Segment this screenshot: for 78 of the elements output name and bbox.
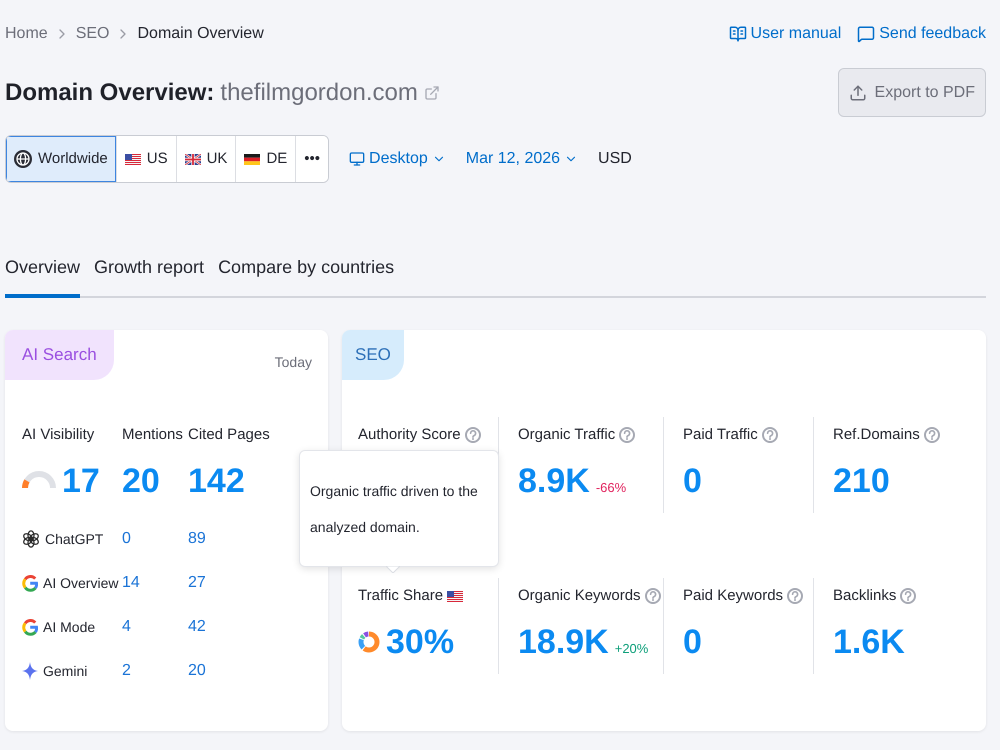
metric-value: 20	[122, 461, 160, 501]
platform-name: AI Mode	[43, 618, 96, 636]
g-logo-icon	[22, 618, 38, 636]
region-button[interactable]: •••	[295, 136, 328, 182]
uk-flag-icon	[184, 154, 201, 164]
help-icon[interactable]	[762, 427, 778, 443]
help-icon[interactable]	[464, 427, 481, 443]
metric-value: 0	[683, 622, 702, 662]
help-icon[interactable]	[619, 427, 636, 443]
metric-value: 210	[833, 461, 890, 501]
section-tag: AI Search	[5, 330, 114, 380]
metric-label: AI Visibility	[22, 425, 94, 445]
help-icon[interactable]	[900, 588, 916, 604]
us-flag-icon	[124, 154, 141, 164]
help-icon[interactable]	[644, 588, 661, 604]
cited-pages-count: 20	[188, 661, 206, 681]
breadcrumb-link[interactable]: Home	[5, 22, 48, 46]
book-icon	[728, 25, 747, 43]
metric-value: 142	[188, 461, 245, 501]
us-flag-icon	[447, 590, 464, 602]
breadcrumb-link[interactable]: SEO	[76, 22, 110, 46]
metric-label: Authority Score	[358, 424, 461, 445]
globe-icon	[14, 150, 32, 168]
metric-value: 0	[683, 461, 702, 501]
upload-icon	[848, 84, 867, 102]
currency-label: USD	[598, 149, 632, 169]
metric-label: Traffic Share	[358, 586, 444, 606]
metric-label: Cited Pages	[188, 425, 270, 445]
domain-name: thefilmgordon.com	[220, 78, 418, 108]
region-button[interactable]: Worldwide	[6, 136, 116, 182]
mentions-count: 0	[122, 529, 131, 549]
knot-logo-icon	[22, 530, 40, 548]
metric-value: 1.6K	[833, 622, 905, 662]
platform-name: ChatGPT	[45, 530, 104, 548]
visibility-gauge	[22, 471, 56, 491]
change-percent: -66%	[596, 478, 626, 496]
metric-label: Backlinks	[833, 586, 896, 606]
metric-label: Paid Traffic	[683, 424, 758, 445]
header-link[interactable]: Send feedback	[857, 22, 986, 46]
cited-pages-count: 89	[188, 529, 206, 549]
monitor-icon	[349, 151, 366, 167]
mentions-count: 2	[122, 661, 131, 681]
donut-chart-icon	[358, 631, 380, 653]
page-title: Domain Overview:	[5, 78, 214, 108]
header-link[interactable]: User manual	[728, 22, 842, 46]
change-percent: +20%	[614, 640, 648, 658]
section-tag: SEO	[342, 330, 404, 380]
mentions-count: 14	[122, 573, 140, 593]
help-icon[interactable]	[924, 427, 940, 443]
metric-value: 8.9K	[518, 461, 590, 501]
export-button[interactable]: Export to PDF	[838, 68, 986, 117]
metric-value: 17	[62, 461, 100, 501]
platform-name: Gemini	[43, 662, 88, 680]
tab[interactable]: Overview	[5, 240, 80, 298]
date-dropdown[interactable]: Mar 12, 2026	[466, 147, 578, 171]
g-logo-icon	[22, 574, 38, 592]
metric-label: Paid Keywords	[683, 586, 784, 606]
metric-label: Ref.Domains	[833, 424, 920, 445]
platform-name: AI Overview	[43, 574, 118, 592]
tab[interactable]: Compare by countries	[218, 240, 394, 298]
metric-value: 30%	[386, 622, 454, 662]
tooltip-text: Organic traffic driven to the analyzed domain.	[310, 482, 479, 537]
metric-label: Organic Keywords	[518, 586, 641, 606]
cited-pages-count: 42	[188, 617, 206, 637]
external-link-icon[interactable]	[424, 84, 440, 100]
germany-flag-icon	[244, 154, 260, 164]
four-point-star-icon	[22, 662, 38, 680]
metric-value: 18.9K	[518, 622, 609, 662]
cited-pages-count: 27	[188, 573, 206, 593]
breadcrumb-current: Domain Overview	[137, 24, 264, 44]
metric-label: Organic Traffic	[518, 424, 616, 445]
period-label: Today	[274, 353, 312, 372]
speech-bubble-icon	[857, 25, 876, 43]
device-dropdown[interactable]: Desktop	[349, 147, 446, 171]
help-icon[interactable]	[787, 588, 804, 604]
metric-label: Mentions	[122, 425, 183, 445]
tab[interactable]: Growth report	[94, 240, 204, 298]
mentions-count: 4	[122, 617, 131, 637]
